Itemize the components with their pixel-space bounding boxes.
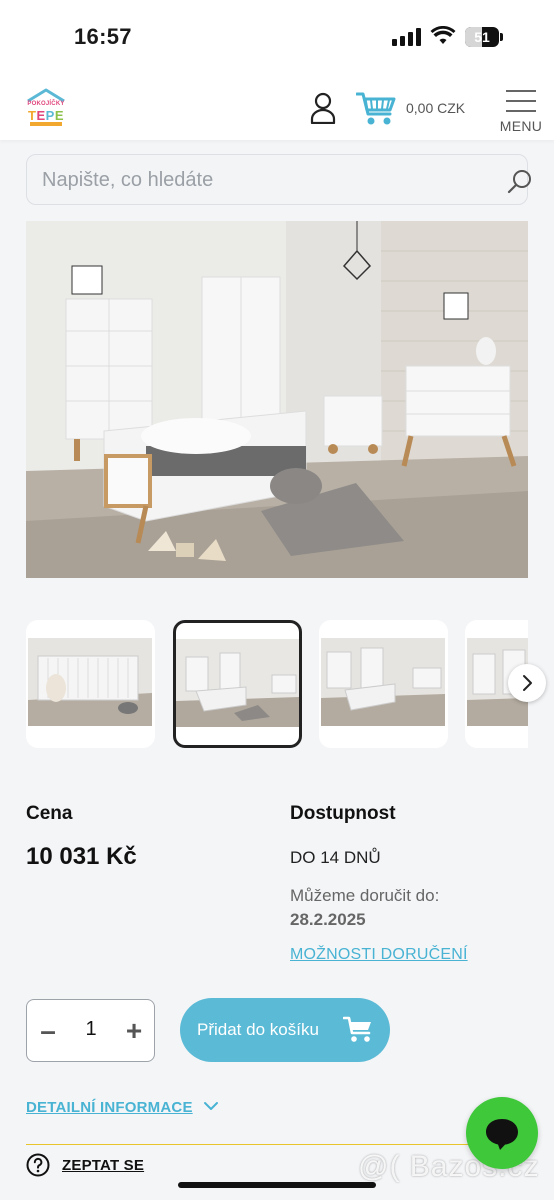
signal-icon [392, 28, 422, 46]
logo-subtitle: POKOJÍČKY [27, 101, 65, 107]
chat-bubble-icon [486, 1119, 518, 1150]
quantity-decrease-button[interactable]: – [31, 1014, 65, 1048]
thumbnail-image [176, 639, 299, 727]
search-icon[interactable] [507, 168, 533, 194]
thumbnail-3[interactable] [319, 620, 448, 748]
menu-button[interactable]: MENU [498, 90, 544, 134]
price-label: Cena [26, 803, 73, 824]
thumbnail-image [321, 638, 445, 726]
ask-question-link[interactable]: ZEPTAT SE [62, 1157, 144, 1174]
add-to-cart-button[interactable]: Přidat do košíku [180, 998, 390, 1062]
search-input[interactable] [42, 165, 472, 195]
chevron-down-icon[interactable] [203, 1100, 219, 1112]
logo-underline [30, 122, 62, 126]
cart-total[interactable]: 0,00 CZK [406, 100, 465, 116]
chevron-right-icon [523, 675, 532, 691]
availability-label: Dostupnost [290, 803, 396, 824]
house-roof-icon [27, 88, 65, 102]
wifi-icon [430, 26, 456, 44]
site-header: POKOJÍČKY TEPE 0,00 CZK MENU [0, 72, 554, 140]
delivery-date: 28.2.2025 [290, 910, 366, 929]
status-bar: 16:57 51 [0, 0, 554, 72]
search-box [26, 154, 531, 205]
section-divider [26, 1144, 501, 1145]
thumbnail-strip [26, 620, 528, 748]
home-indicator [178, 1182, 376, 1188]
cart-icon [343, 1016, 371, 1042]
thumbnail-image [28, 638, 152, 726]
battery-icon: 51 [465, 27, 503, 47]
product-price: 10 031 Kč [26, 843, 137, 870]
quantity-increase-button[interactable]: + [117, 1014, 151, 1048]
logo-wordmark: TEPE [28, 108, 64, 123]
gallery-next-button[interactable] [508, 664, 546, 702]
detail-info-link[interactable]: DETAILNÍ INFORMACE [26, 1099, 193, 1116]
cart-icon[interactable] [356, 90, 396, 126]
delivery-label: Můžeme doručit do: [290, 886, 440, 905]
thumbnail-1[interactable] [26, 620, 155, 748]
menu-label: MENU [499, 118, 543, 134]
delivery-options-link[interactable]: MOŽNOSTI DORUČENÍ [290, 946, 468, 964]
kids-room-photo [26, 221, 528, 578]
battery-level: 51 [474, 29, 490, 45]
user-account-icon[interactable] [310, 92, 336, 124]
availability-value: DO 14 DNŮ [290, 848, 381, 867]
quantity-stepper: – 1 + [26, 999, 155, 1062]
site-logo[interactable]: POKOJÍČKY TEPE [24, 88, 68, 128]
status-time: 16:57 [74, 24, 132, 49]
thumbnail-2[interactable] [173, 620, 302, 748]
product-main-image[interactable] [26, 221, 528, 578]
add-to-cart-label: Přidat do košíku [197, 1020, 319, 1039]
question-icon [26, 1153, 50, 1177]
quantity-value[interactable]: 1 [73, 1018, 109, 1041]
chat-button[interactable] [466, 1097, 538, 1169]
